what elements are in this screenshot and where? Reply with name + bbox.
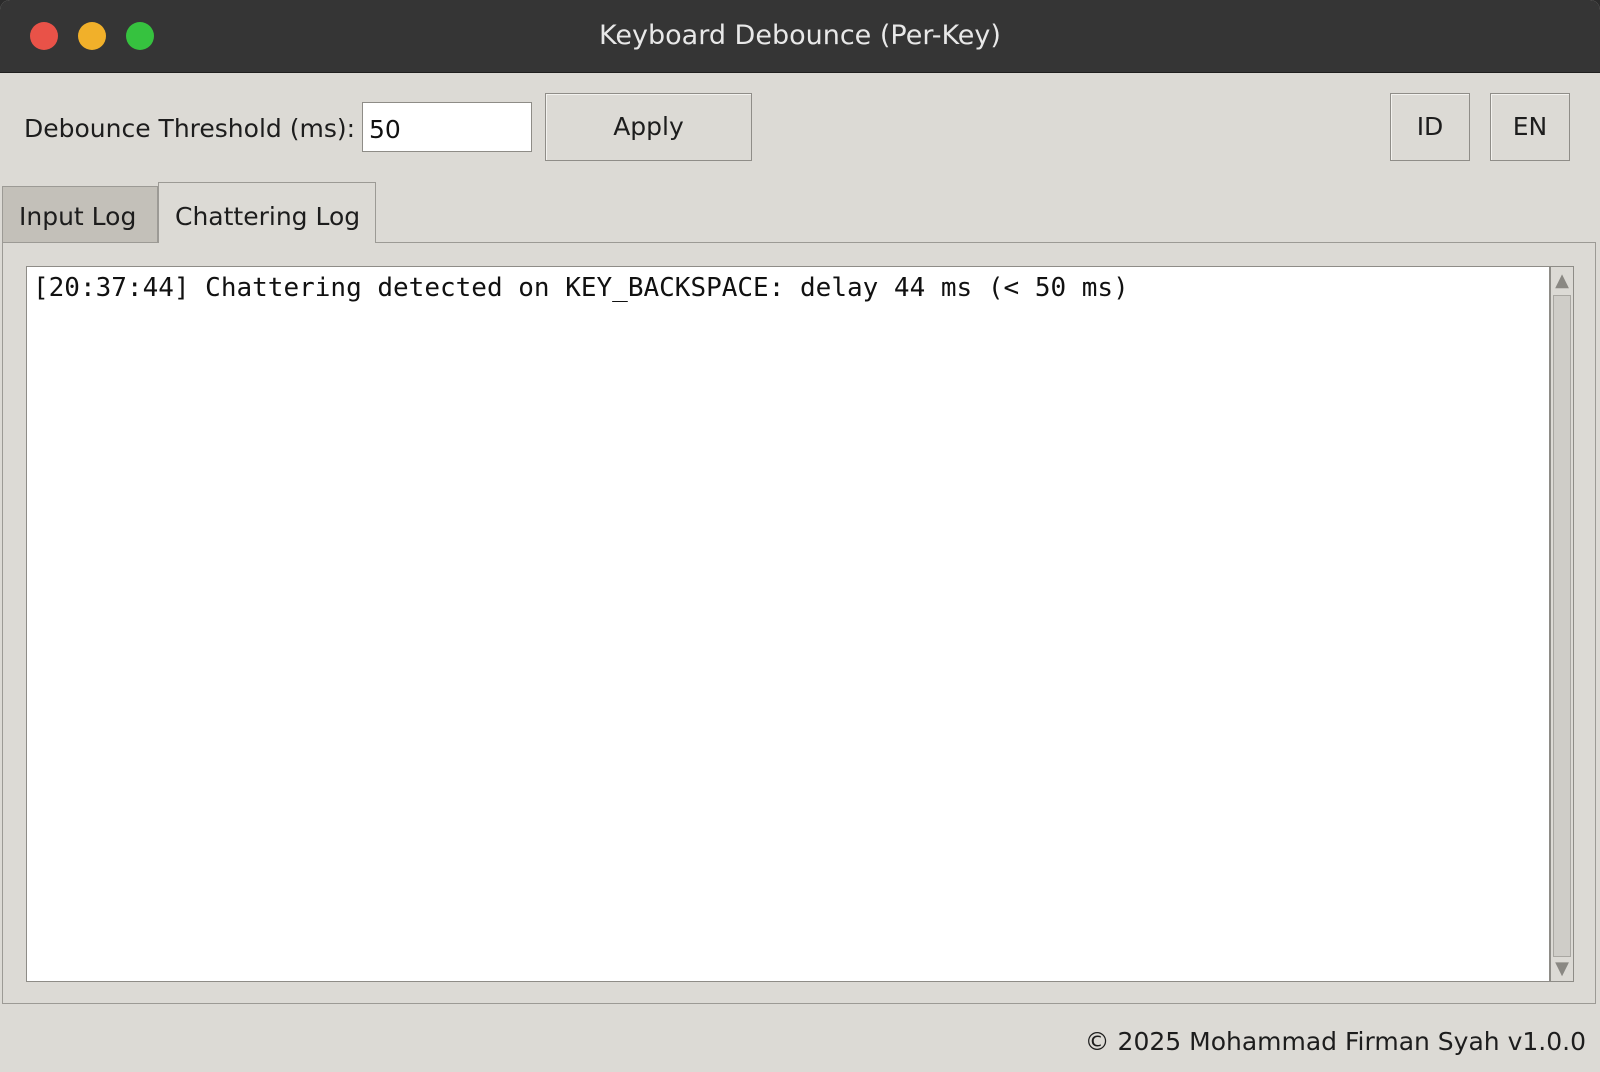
- triangle-down-icon[interactable]: ▼: [1551, 955, 1573, 981]
- title-bar[interactable]: Keyboard Debounce (Per-Key): [0, 0, 1600, 73]
- window-title: Keyboard Debounce (Per-Key): [599, 20, 1001, 51]
- log-scrollbar[interactable]: ▲ ▼: [1550, 266, 1574, 982]
- log-line: [20:37:44] Chattering detected on KEY_BA…: [33, 273, 1129, 303]
- scrollbar-thumb[interactable]: [1553, 295, 1571, 957]
- triangle-up-icon[interactable]: ▲: [1551, 267, 1573, 293]
- language-id-button[interactable]: ID: [1390, 93, 1470, 161]
- debounce-threshold-label: Debounce Threshold (ms):: [24, 114, 356, 143]
- footer-copyright: © 2025 Mohammad Firman Syah v1.0.0: [1084, 1027, 1586, 1056]
- tab-input-log[interactable]: Input Log: [2, 186, 158, 242]
- apply-button[interactable]: Apply: [545, 93, 752, 161]
- chattering-log-textarea[interactable]: [20:37:44] Chattering detected on KEY_BA…: [26, 266, 1550, 982]
- app-window: Keyboard Debounce (Per-Key) Debounce Thr…: [0, 0, 1600, 1072]
- language-en-button[interactable]: EN: [1490, 93, 1570, 161]
- debounce-threshold-input[interactable]: [362, 102, 532, 152]
- tab-chattering-log[interactable]: Chattering Log: [158, 182, 376, 243]
